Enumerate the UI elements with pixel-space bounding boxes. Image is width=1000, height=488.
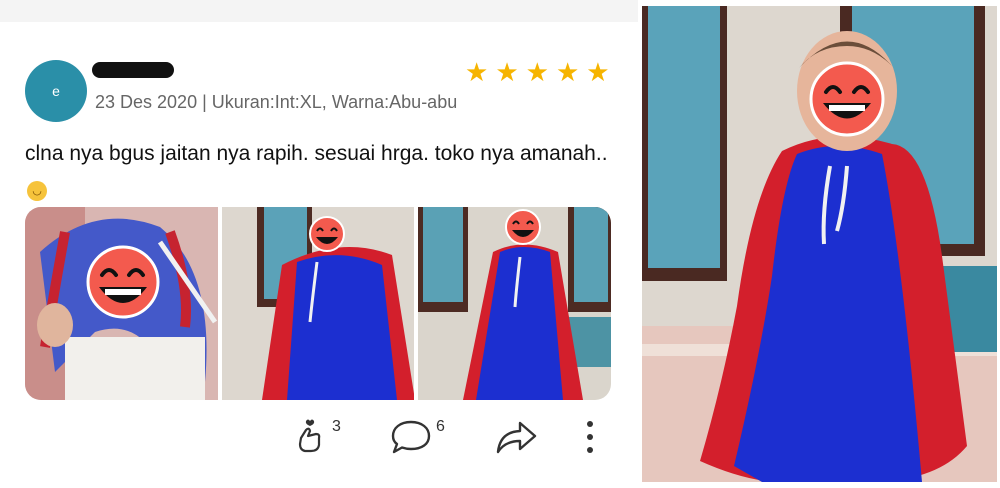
rating-stars: ★ ★ ★ ★ ★ [465, 58, 610, 86]
username-redacted [92, 62, 174, 78]
review-photo-1[interactable] [25, 207, 218, 400]
review-text-block: clna nya bgus jaitan nya rapih. sesuai h… [25, 138, 615, 202]
top-divider [0, 0, 638, 22]
avatar-letter: e [52, 83, 60, 99]
star-icon: ★ [465, 57, 489, 87]
share-button[interactable] [494, 418, 538, 456]
comment-count: 6 [436, 418, 445, 435]
like-count: 3 [332, 418, 341, 435]
review-photo-2[interactable] [221, 207, 415, 400]
review-photos [25, 207, 611, 400]
review-actions: 3 6 [280, 418, 620, 462]
star-icon: ★ [495, 57, 519, 87]
review-photo-3[interactable] [418, 207, 611, 400]
more-options-button[interactable] [580, 418, 600, 456]
share-arrow-icon [496, 421, 537, 454]
like-button[interactable]: 3 [292, 418, 341, 454]
review-meta: 23 Des 2020 | Ukuran:Int:XL, Warna:Abu-a… [95, 92, 458, 112]
star-icon: ★ [586, 57, 610, 87]
review-card: e 23 Des 2020 | Ukuran:Int:XL, Warna:Abu… [0, 0, 638, 488]
comment-button[interactable]: 6 [390, 418, 445, 456]
finger-heart-icon [298, 419, 321, 453]
star-icon: ★ [555, 57, 580, 87]
review-text: clna nya bgus jaitan nya rapih. sesuai h… [25, 142, 608, 165]
smile-emoji-icon: ◡ [27, 181, 47, 201]
avatar[interactable]: e [25, 60, 87, 122]
more-vertical-icon [587, 421, 593, 453]
enlarged-photo[interactable] [642, 6, 997, 482]
star-icon: ★ [525, 57, 549, 87]
speech-bubble-icon [391, 420, 431, 454]
